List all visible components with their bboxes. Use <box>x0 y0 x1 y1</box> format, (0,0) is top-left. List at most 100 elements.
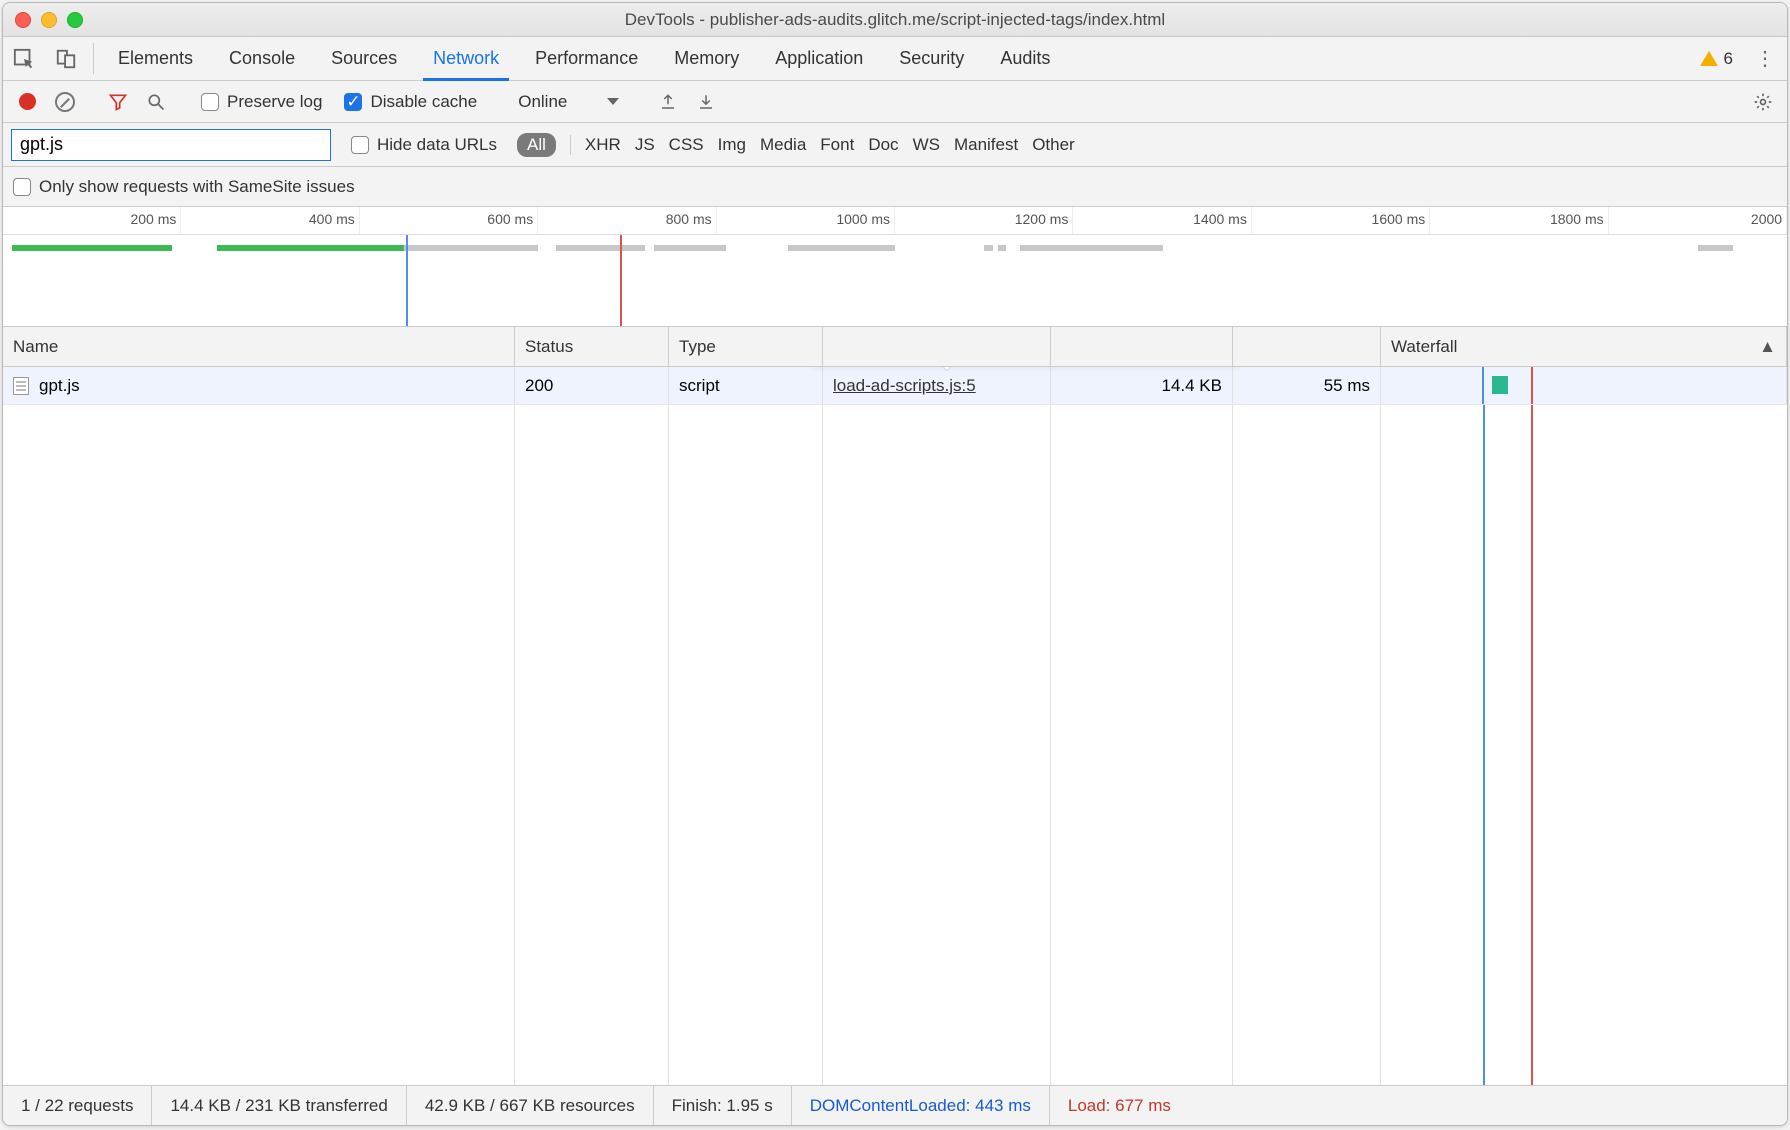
file-icon <box>13 377 29 395</box>
column-size[interactable] <box>1051 327 1233 366</box>
close-icon[interactable] <box>15 12 31 28</box>
status-domcontentloaded: DOMContentLoaded: 443 ms <box>792 1086 1050 1125</box>
hide-data-urls-checkbox[interactable]: Hide data URLs <box>341 135 507 155</box>
timeline-tick: 400 ms <box>181 207 359 234</box>
column-status[interactable]: Status <box>515 327 669 366</box>
maximize-icon[interactable] <box>67 12 83 28</box>
checkbox-icon <box>351 136 369 154</box>
type-filter-img[interactable]: Img <box>718 135 746 155</box>
checkbox-icon <box>201 93 219 111</box>
request-size: 14.4 KB <box>1051 367 1233 404</box>
status-requests: 1 / 22 requests <box>3 1086 152 1125</box>
samesite-checkbox[interactable]: Only show requests with SameSite issues <box>13 177 355 197</box>
column-name[interactable]: Name <box>3 327 515 366</box>
tab-security[interactable]: Security <box>881 37 982 80</box>
disable-cache-label: Disable cache <box>370 92 477 112</box>
device-toolbar-icon[interactable] <box>45 37 87 80</box>
timeline-tick: 200 ms <box>3 207 181 234</box>
search-button[interactable] <box>138 84 174 120</box>
type-filter-ws[interactable]: WS <box>913 135 940 155</box>
tab-console[interactable]: Console <box>211 37 313 80</box>
filter-input[interactable] <box>11 129 331 161</box>
request-type: script <box>669 367 823 404</box>
tab-audits[interactable]: Audits <box>982 37 1068 80</box>
minimize-icon[interactable] <box>41 12 57 28</box>
tab-network[interactable]: Network <box>415 37 517 80</box>
request-time: 55 ms <box>1233 367 1381 404</box>
tab-sources[interactable]: Sources <box>313 37 415 80</box>
type-filter-media[interactable]: Media <box>760 135 806 155</box>
type-filter-css[interactable]: CSS <box>669 135 704 155</box>
column-waterfall[interactable]: Waterfall ▲ <box>1381 327 1787 366</box>
panel-tabs: ElementsConsoleSourcesNetworkPerformance… <box>3 37 1787 81</box>
more-icon[interactable]: ⋮ <box>1745 37 1787 80</box>
samesite-label: Only show requests with SameSite issues <box>39 177 355 197</box>
preserve-log-checkbox[interactable]: Preserve log <box>191 92 332 112</box>
import-har-button[interactable] <box>650 84 686 120</box>
clear-icon <box>55 92 75 112</box>
filter-toggle-button[interactable] <box>100 84 136 120</box>
clear-button[interactable] <box>47 84 83 120</box>
request-row[interactable]: gpt.js 200 script load-ad-scripts.js:5 1… <box>3 367 1787 405</box>
samesite-filter-row: Only show requests with SameSite issues <box>3 167 1787 207</box>
timeline-tick: 1600 ms <box>1252 207 1430 234</box>
record-button[interactable] <box>9 84 45 120</box>
request-status: 200 <box>515 367 669 404</box>
timeline-tick: 1000 ms <box>717 207 895 234</box>
status-transferred: 14.4 KB / 231 KB transferred <box>152 1086 406 1125</box>
type-filter-doc[interactable]: Doc <box>868 135 898 155</box>
throttling-select[interactable]: Online <box>504 92 633 112</box>
export-har-button[interactable] <box>688 84 724 120</box>
status-finish: Finish: 1.95 s <box>654 1086 792 1125</box>
status-load: Load: 677 ms <box>1050 1086 1189 1125</box>
filter-bar: Hide data URLs All XHR JS CSS Img Media Font D… <box>3 123 1787 167</box>
timeline-tick: 1200 ms <box>895 207 1073 234</box>
window-title: DevTools - publisher-ads-audits.glitch.m… <box>3 10 1787 30</box>
type-filter-all[interactable]: All <box>517 133 556 157</box>
type-filter-xhr[interactable]: XHR <box>585 135 621 155</box>
hide-data-urls-label: Hide data URLs <box>377 135 497 155</box>
record-icon <box>19 93 36 110</box>
request-table-headers: Name Status Type Waterfall ▲ <box>3 327 1787 367</box>
request-table-body[interactable]: gpt.js 200 script load-ad-scripts.js:5 1… <box>3 367 1787 1085</box>
timeline-tick: 600 ms <box>360 207 538 234</box>
chevron-down-icon <box>607 98 619 105</box>
checkbox-checked-icon: ✓ <box>344 93 362 111</box>
throttling-value: Online <box>518 92 567 112</box>
request-waterfall <box>1381 367 1787 404</box>
warnings-number: 6 <box>1724 49 1733 69</box>
warnings-count[interactable]: 6 <box>1688 37 1745 80</box>
settings-button[interactable] <box>1745 84 1781 120</box>
type-filter-manifest[interactable]: Manifest <box>954 135 1018 155</box>
network-toolbar: Preserve log ✓ Disable cache Online <box>3 81 1787 123</box>
column-type[interactable]: Type <box>669 327 823 366</box>
column-initiator[interactable] <box>823 327 1051 366</box>
resource-type-filters: All XHR JS CSS Img Media Font Doc WS Manifest Oth… <box>517 133 1075 157</box>
column-time[interactable] <box>1233 327 1381 366</box>
status-bar: 1 / 22 requests 14.4 KB / 231 KB transfe… <box>3 1085 1787 1125</box>
tab-performance[interactable]: Performance <box>517 37 656 80</box>
tab-elements[interactable]: Elements <box>100 37 211 80</box>
disable-cache-checkbox[interactable]: ✓ Disable cache <box>334 92 487 112</box>
type-filter-font[interactable]: Font <box>820 135 854 155</box>
preserve-log-label: Preserve log <box>227 92 322 112</box>
checkbox-icon <box>13 178 31 196</box>
overview-timeline[interactable]: 200 ms400 ms600 ms800 ms1000 ms1200 ms14… <box>3 207 1787 327</box>
status-resources: 42.9 KB / 667 KB resources <box>407 1086 654 1125</box>
type-filter-js[interactable]: JS <box>635 135 655 155</box>
warning-icon <box>1700 51 1718 66</box>
request-initiator-link[interactable]: load-ad-scripts.js:5 <box>833 376 976 396</box>
tab-application[interactable]: Application <box>757 37 881 80</box>
sort-indicator-icon: ▲ <box>1759 337 1776 357</box>
waterfall-label: Waterfall <box>1391 337 1457 357</box>
timeline-tick: 2000 <box>1609 207 1787 234</box>
window-controls <box>15 12 83 28</box>
devtools-window: DevTools - publisher-ads-audits.glitch.m… <box>2 2 1788 1126</box>
timeline-tick: 1800 ms <box>1430 207 1608 234</box>
tab-memory[interactable]: Memory <box>656 37 757 80</box>
inspect-element-icon[interactable] <box>3 37 45 80</box>
request-name: gpt.js <box>39 376 80 396</box>
timeline-tick: 1400 ms <box>1073 207 1251 234</box>
type-filter-other[interactable]: Other <box>1032 135 1075 155</box>
timeline-tick: 800 ms <box>538 207 716 234</box>
